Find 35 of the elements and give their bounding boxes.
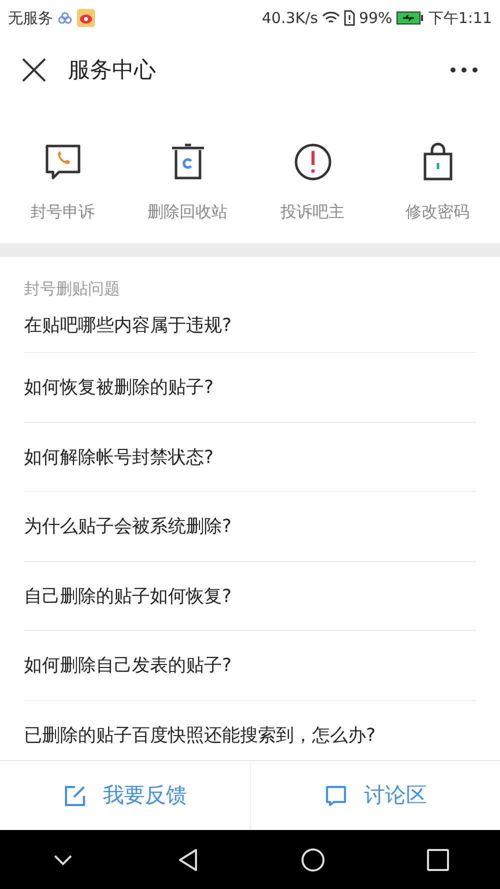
home-circle-icon bbox=[300, 848, 324, 872]
battery-percent-text: 99% bbox=[358, 8, 392, 29]
home-button[interactable] bbox=[300, 848, 324, 872]
carrier-text: 无服务 bbox=[8, 8, 53, 29]
close-icon bbox=[21, 57, 47, 83]
shortcut-button[interactable]: 修改密码 bbox=[375, 142, 500, 224]
faq-item[interactable]: 如何删除自己发表的贴子? bbox=[24, 631, 476, 700]
sim-alert-icon bbox=[344, 10, 355, 26]
shortcut-button[interactable]: 封号申诉 bbox=[0, 142, 125, 224]
close-button[interactable] bbox=[20, 56, 48, 84]
wifi-icon bbox=[322, 11, 340, 25]
recents-button[interactable] bbox=[426, 848, 448, 870]
faq-item[interactable]: 如何恢复被删除的贴子? bbox=[24, 353, 476, 422]
alert-circle-icon bbox=[292, 142, 332, 182]
clock-text: 下午1:11 bbox=[428, 8, 492, 29]
more-icon bbox=[450, 67, 478, 73]
collapse-button[interactable] bbox=[52, 854, 72, 866]
back-button[interactable] bbox=[176, 848, 198, 872]
comment-icon bbox=[324, 784, 348, 808]
faq-item[interactable]: 如何解除帐号封禁状态? bbox=[24, 422, 476, 492]
cloud-icon bbox=[57, 12, 73, 24]
back-triangle-icon bbox=[176, 848, 198, 872]
recents-square-icon bbox=[426, 848, 448, 870]
app-notification-icon bbox=[77, 9, 95, 27]
faq-item[interactable]: 在贴吧哪些内容属于违规? bbox=[24, 301, 476, 353]
shortcut-button[interactable]: 投诉吧主 bbox=[250, 142, 375, 224]
faq-item[interactable]: 自己删除的贴子如何恢复? bbox=[24, 562, 476, 631]
faq-item[interactable]: 为什么贴子会被系统删除? bbox=[24, 492, 476, 562]
section-title: 封号删贴问题 bbox=[24, 278, 121, 300]
battery-charging-icon bbox=[396, 11, 424, 25]
chevron-down-icon bbox=[52, 854, 72, 866]
shortcut-button[interactable]: 删除回收站 bbox=[125, 142, 250, 224]
edit-icon bbox=[62, 784, 87, 808]
page-title: 服务中心 bbox=[68, 56, 156, 84]
network-speed-text: 40.3K/s bbox=[262, 8, 318, 29]
